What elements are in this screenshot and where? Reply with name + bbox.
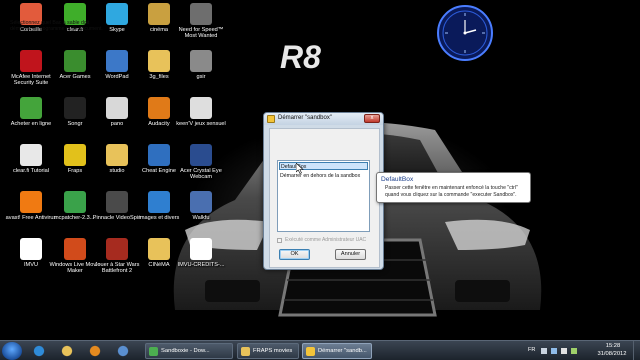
tray-network-icon: [551, 348, 557, 354]
shopping-icon: [20, 97, 42, 119]
sandboxie-icon: [267, 115, 275, 123]
tray-flag-icon: [541, 348, 547, 354]
folder-icon[interactable]: [56, 343, 78, 359]
internet-explorer-icon[interactable]: [28, 343, 50, 359]
desktop-icon-label: keen'V jeux sensuel: [176, 121, 226, 127]
desktop-icon-label: Walkfu: [192, 215, 210, 221]
sandboxie-icon: [306, 347, 315, 356]
show-desktop-button[interactable]: [633, 341, 640, 360]
folder-icon: [148, 238, 170, 260]
run-as-admin-checkbox[interactable]: [277, 238, 282, 243]
run-as-admin-label: Exécuté comme Administrateur UAC: [285, 237, 367, 243]
clock-gadget[interactable]: [436, 4, 494, 62]
songr-icon: [64, 97, 86, 119]
tooltip-title: DefaultBox: [381, 176, 414, 183]
mcafee-icon: [20, 50, 42, 72]
taskbar-date[interactable]: 31/08/2012: [592, 351, 632, 357]
dialog-titlebar[interactable]: Démarrer "sandbox" x: [264, 113, 383, 125]
ok-button[interactable]: OK: [279, 249, 310, 260]
pinnacle-icon: [106, 191, 128, 213]
nfs-icon: [190, 3, 212, 25]
dialog-title: Démarrer "sandbox": [278, 115, 332, 121]
walkfu-icon: [190, 191, 212, 213]
desktop-icon[interactable]: IMVU-CREDITS-...: [174, 238, 228, 284]
taskbar-task-label: Démarrer "sandb...: [318, 348, 367, 354]
taskbar: Sandboxie - Dow... FRAPS movies Démarrer "…: [0, 340, 640, 360]
desktop-icon[interactable]: keen'V jeux sensuel: [174, 97, 228, 143]
taskbar-time[interactable]: 15:28: [596, 343, 630, 349]
avast-icon: [20, 191, 42, 213]
media-player-icon[interactable]: [84, 343, 106, 359]
mouse-cursor-icon: [296, 163, 304, 174]
tray-volume-icon: [561, 348, 567, 354]
taskbar-task-label: FRAPS movies: [253, 348, 293, 354]
desktop-icon-label: Acer Crystal Eye Webcam: [180, 168, 222, 181]
desktop-icon[interactable]: Walkfu: [174, 191, 228, 237]
mp3-file-icon: [190, 97, 212, 119]
app-icon: [190, 50, 212, 72]
windows-app-icon[interactable]: [112, 343, 134, 359]
mcpatcher-icon: [64, 191, 86, 213]
wordpad-icon: [106, 50, 128, 72]
choice-defaultbox[interactable]: DefaultBox: [279, 162, 368, 170]
tray-battery-icon: [571, 348, 577, 354]
sandbox-choice-list[interactable]: DefaultBox Démarrer en dehors de la sand…: [277, 160, 370, 232]
desktop-icon-label: gsir: [196, 74, 206, 80]
imvu-icon: [190, 238, 212, 260]
chrome-icon: [149, 347, 158, 356]
star-wars-icon: [106, 238, 128, 260]
choice-outside-sandbox[interactable]: Démarrer en dehors de la sandbox: [279, 172, 368, 180]
folder-icon: [148, 50, 170, 72]
film-icon: [148, 3, 170, 25]
desktop-icon[interactable]: Need for Speed™ Most Wanted: [174, 3, 228, 49]
run-as-admin-row: Exécuté comme Administrateur UAC: [277, 237, 377, 245]
system-tray-icons[interactable]: [540, 346, 580, 356]
desktop-icon-label: IMVU-CREDITS-...: [177, 262, 225, 268]
language-indicator[interactable]: FR: [528, 347, 535, 353]
taskbar-task-button[interactable]: Démarrer "sandb...: [302, 343, 372, 359]
images-folder-icon: [148, 191, 170, 213]
cancel-button[interactable]: Annuler: [335, 249, 366, 260]
desktop-icon-label: Need for Speed™ Most Wanted: [178, 27, 224, 40]
taskbar-task-button[interactable]: FRAPS movies: [237, 343, 299, 359]
tooltip-text: Passer cette fenêtre en maintenant enfon…: [385, 185, 518, 198]
desktop-icon[interactable]: gsir: [174, 50, 228, 96]
folder-icon: [241, 347, 250, 356]
acer-games-icon: [64, 50, 86, 72]
desktop-icon[interactable]: Acer Crystal Eye Webcam: [174, 144, 228, 190]
wallpaper-logo-text: R8: [280, 40, 321, 74]
audacity-icon: [148, 97, 170, 119]
taskbar-task-button[interactable]: Sandboxie - Dow...: [145, 343, 233, 359]
start-button[interactable]: [2, 342, 22, 360]
image-file-icon: [106, 97, 128, 119]
dialog-description: Sélectionnez quel Bac à sable doit démar…: [10, 20, 103, 33]
dialog-close-button[interactable]: x: [364, 114, 380, 123]
document-icon: [20, 144, 42, 166]
folder-icon: [106, 144, 128, 166]
imvu-icon: [20, 238, 42, 260]
defaultbox-tooltip: DefaultBox Passer cette fenêtre en maint…: [376, 172, 531, 203]
movie-maker-icon: [64, 238, 86, 260]
fraps-icon: [64, 144, 86, 166]
r8-logo: R8: [280, 40, 321, 74]
cheat-engine-icon: [148, 144, 170, 166]
taskbar-task-label: Sandboxie - Dow...: [161, 348, 210, 354]
webcam-icon: [190, 144, 212, 166]
